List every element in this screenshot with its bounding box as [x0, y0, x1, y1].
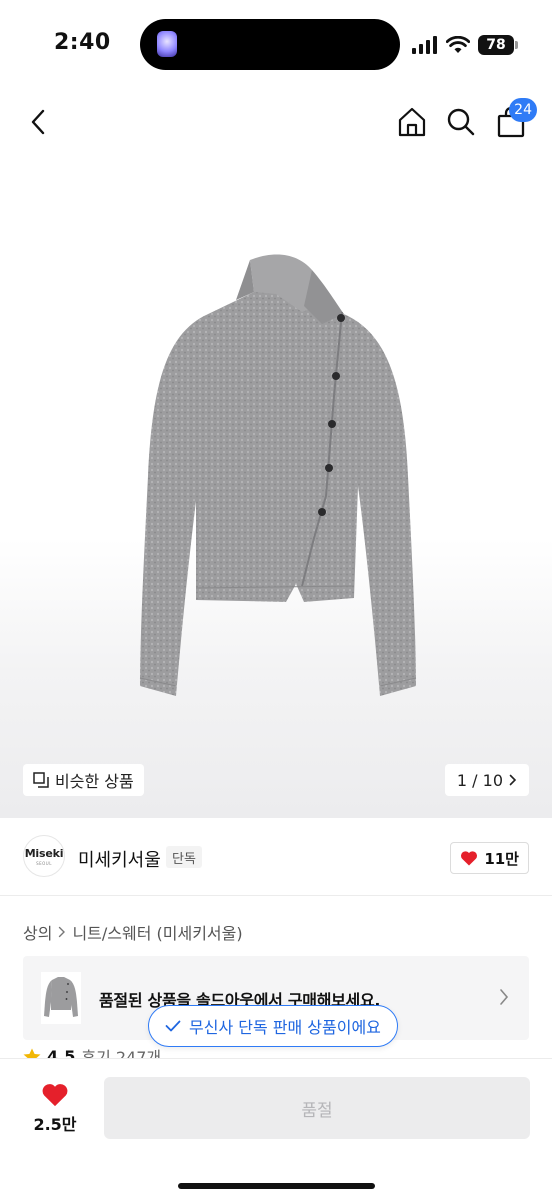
similar-products-label: 비슷한 상품	[55, 772, 134, 791]
breadcrumb-subcategory[interactable]: 니트/스웨터 (미세키서울)	[72, 920, 242, 944]
bottom-action-bar: 2.5만 품절	[0, 1058, 552, 1200]
checkmark-icon	[165, 1020, 181, 1032]
brand-row: Miseki SEOUL 미세키서울 단독 11만	[0, 818, 552, 896]
gallery-page-button[interactable]: 1 / 10	[444, 764, 529, 796]
home-indicator	[178, 1183, 375, 1189]
search-icon	[447, 108, 475, 136]
gallery-page-indicator: 1 / 10	[456, 770, 503, 790]
product-image	[139, 254, 417, 696]
brand-like-button[interactable]: 11만	[450, 842, 529, 874]
back-button[interactable]	[19, 102, 59, 142]
home-button[interactable]	[392, 102, 432, 142]
brand-logo-text: Miseki	[24, 846, 64, 860]
brand-logo[interactable]: Miseki SEOUL	[23, 835, 65, 877]
home-icon	[398, 107, 426, 137]
dynamic-island	[140, 19, 400, 70]
back-arrow-icon	[31, 109, 45, 135]
chevron-right-icon	[509, 774, 517, 786]
soldout-thumbnail	[41, 972, 81, 1024]
product-gallery[interactable]: 비슷한 상품 1 / 10	[0, 154, 552, 818]
cart-button[interactable]: 24	[491, 98, 537, 142]
status-icons: 78	[412, 34, 518, 56]
brand-like-count: 11만	[484, 849, 519, 868]
breadcrumb: 상의 니트/스웨터 (미세키서울)	[23, 920, 243, 944]
brand-logo-subtext: SEOUL	[36, 860, 52, 866]
chevron-right-icon	[500, 989, 509, 1005]
status-time: 2:40	[54, 30, 111, 55]
heart-icon	[42, 1083, 68, 1106]
flashlight-icon	[157, 31, 177, 57]
battery-indicator: 78	[478, 35, 518, 55]
breadcrumb-category[interactable]: 상의	[23, 920, 52, 944]
signal-icon	[412, 36, 437, 54]
search-button[interactable]	[441, 102, 481, 142]
brand-name[interactable]: 미세키서울	[78, 846, 161, 872]
exclusive-tag: 단독	[166, 846, 202, 868]
wifi-icon	[446, 36, 470, 53]
wishlist-button[interactable]: 2.5만	[22, 1077, 88, 1139]
similar-items-icon	[33, 772, 49, 788]
exclusive-notice-pill: 무신사 단독 판매 상품이에요	[148, 1005, 398, 1047]
similar-products-button[interactable]: 비슷한 상품	[23, 764, 144, 796]
heart-icon	[461, 851, 478, 866]
wishlist-count: 2.5만	[33, 1114, 77, 1134]
status-bar: 2:40 78	[0, 0, 552, 90]
chevron-right-icon	[59, 926, 66, 938]
sold-out-button[interactable]: 품절	[104, 1077, 530, 1139]
nav-bar: 24	[0, 90, 552, 154]
cart-badge: 24	[509, 98, 537, 122]
exclusive-notice-label: 무신사 단독 판매 상품이에요	[189, 1018, 381, 1037]
